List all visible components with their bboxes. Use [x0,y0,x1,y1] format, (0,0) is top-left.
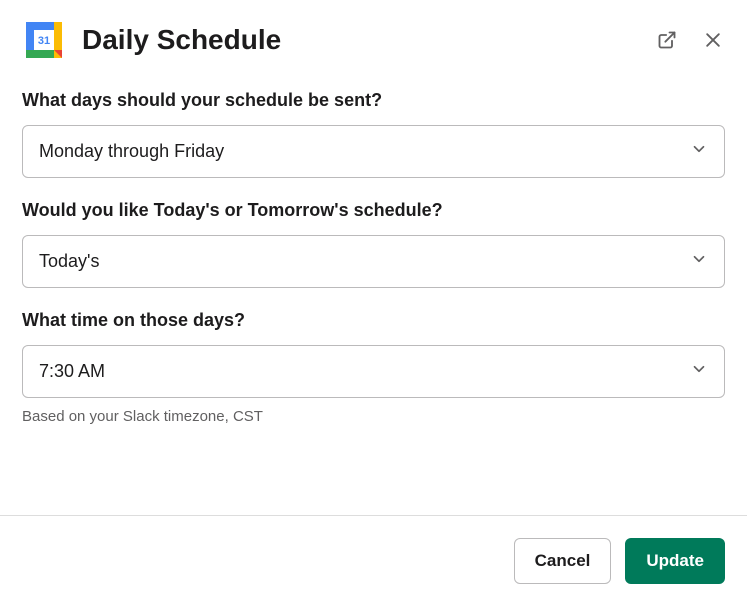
daytype-label: Would you like Today's or Tomorrow's sch… [22,200,725,221]
time-hint: Based on your Slack timezone, CST [22,408,725,425]
svg-text:31: 31 [38,35,50,47]
update-button[interactable]: Update [625,538,725,584]
time-field-group: What time on those days? 7:30 AM Based o… [22,310,725,425]
daytype-select-value: Today's [39,251,99,272]
modal-footer: Cancel Update [0,515,747,606]
close-button[interactable] [701,28,725,52]
chevron-down-icon [690,250,708,273]
open-external-button[interactable] [655,28,679,52]
chevron-down-icon [690,140,708,163]
time-select[interactable]: 7:30 AM [22,345,725,398]
daytype-field-group: Would you like Today's or Tomorrow's sch… [22,200,725,288]
time-label: What time on those days? [22,310,725,331]
time-select-value: 7:30 AM [39,361,105,382]
daytype-select[interactable]: Today's [22,235,725,288]
chevron-down-icon [690,360,708,383]
days-field-group: What days should your schedule be sent? … [22,90,725,178]
days-select-value: Monday through Friday [39,141,224,162]
days-label: What days should your schedule be sent? [22,90,725,111]
cancel-button[interactable]: Cancel [514,538,612,584]
modal-content: What days should your schedule be sent? … [0,80,747,515]
modal-title: Daily Schedule [82,24,639,56]
modal-header: 31 Daily Schedule [0,0,747,80]
days-select[interactable]: Monday through Friday [22,125,725,178]
google-calendar-icon: 31 [22,18,66,62]
